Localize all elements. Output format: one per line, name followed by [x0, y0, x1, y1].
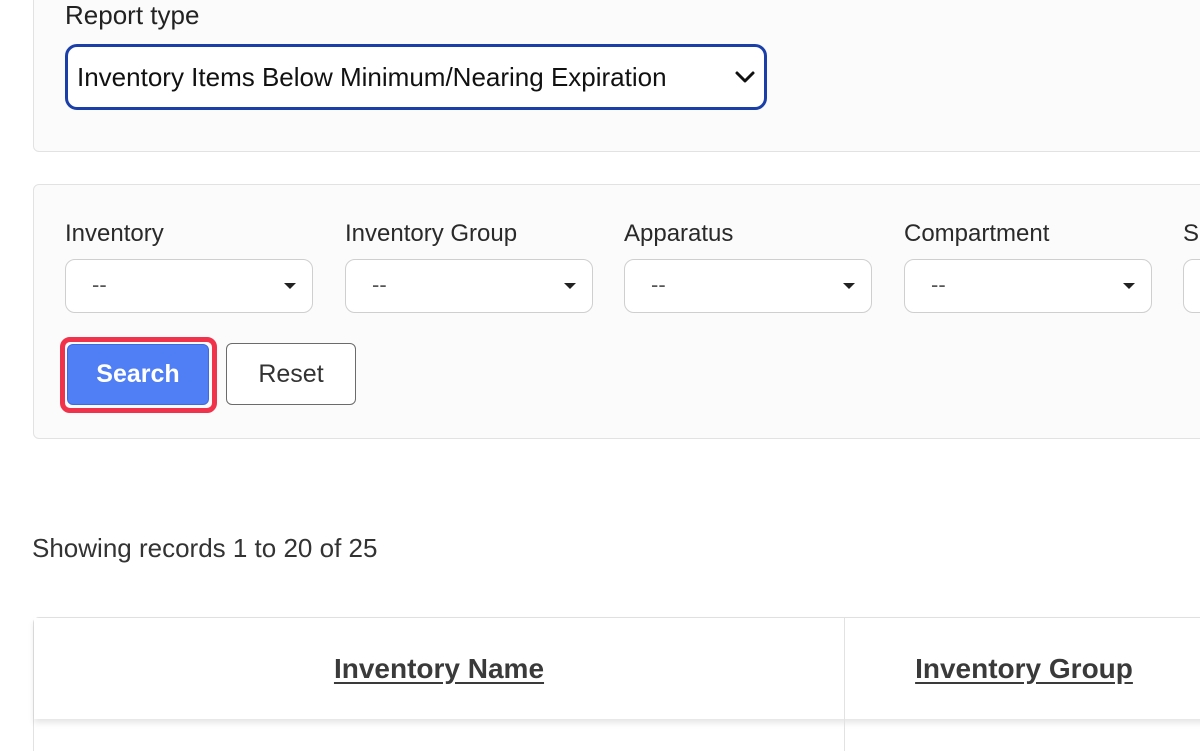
inventory-select[interactable]: -- — [65, 259, 313, 313]
compartment-select[interactable]: -- — [904, 259, 1152, 313]
report-page: Report type Inventory Items Below Minimu… — [0, 0, 1200, 751]
apparatus-select-value: -- — [651, 272, 666, 297]
caret-down-icon — [564, 283, 576, 289]
column-header-inventory-name: Inventory Name — [34, 618, 844, 719]
records-summary: Showing records 1 to 20 of 25 — [32, 533, 378, 563]
inventory-group-select-value: -- — [372, 272, 387, 297]
inventory-select-value: -- — [92, 272, 107, 297]
reset-button[interactable]: Reset — [226, 343, 356, 405]
column-divider — [844, 618, 845, 751]
report-type-value: Inventory Items Below Minimum/Nearing Ex… — [77, 61, 667, 92]
filter-label-inventory: Inventory — [65, 220, 164, 247]
caret-down-icon — [284, 283, 296, 289]
search-button[interactable]: Search — [67, 344, 209, 405]
report-type-select[interactable]: Inventory Items Below Minimum/Nearing Ex… — [65, 44, 767, 110]
filter-label-compartment: Compartment — [904, 220, 1050, 247]
partial-filter-select[interactable] — [1183, 259, 1200, 313]
compartment-select-value: -- — [931, 272, 946, 297]
report-type-label: Report type — [65, 0, 200, 30]
sort-link-inventory-group[interactable]: Inventory Group — [915, 653, 1133, 685]
filter-label-partial: S — [1183, 220, 1200, 247]
inventory-group-select[interactable]: -- — [345, 259, 593, 313]
column-header-inventory-group: Inventory Group — [844, 618, 1200, 719]
results-table: Inventory Name Inventory Group — [33, 617, 1200, 751]
caret-down-icon — [843, 283, 855, 289]
sort-link-inventory-name[interactable]: Inventory Name — [334, 653, 544, 685]
table-header: Inventory Name Inventory Group — [34, 618, 1200, 719]
caret-down-icon — [1123, 283, 1135, 289]
chevron-down-icon — [735, 71, 755, 83]
filter-label-apparatus: Apparatus — [624, 220, 734, 247]
filter-label-inventory-group: Inventory Group — [345, 220, 518, 247]
apparatus-select[interactable]: -- — [624, 259, 872, 313]
